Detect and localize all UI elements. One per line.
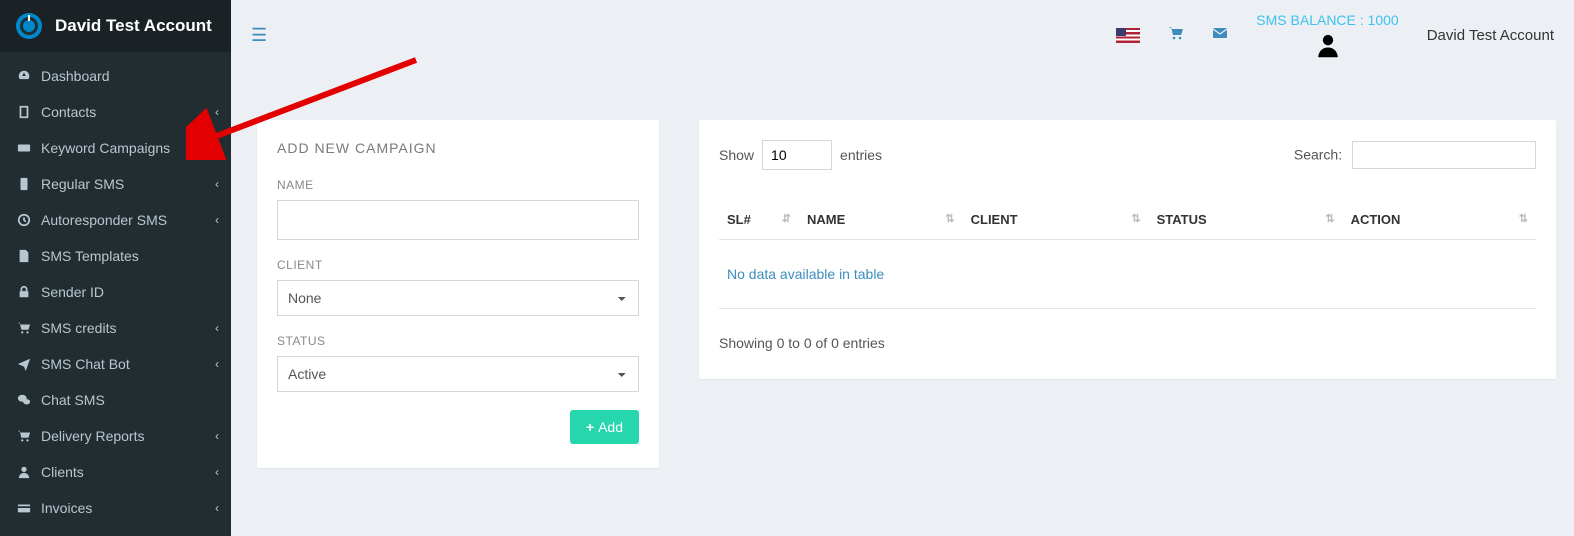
cart-icon [15, 321, 33, 335]
col-client[interactable]: CLIENT⇅ [963, 200, 1149, 240]
show-prefix: Show [719, 147, 754, 163]
sidebar-item-dashboard[interactable]: Dashboard [0, 58, 231, 94]
sort-icon: ⇅ [1131, 212, 1140, 225]
campaigns-table-card: Show entries Search: SL#⇵ NAME⇅ CLIENT⇅ … [699, 120, 1556, 379]
name-label: NAME [277, 178, 639, 192]
sidebar-item-sms-templates[interactable]: SMS Templates [0, 238, 231, 274]
sidebar-item-label: Keyword Campaigns [41, 140, 170, 156]
name-input[interactable] [277, 200, 639, 240]
status-label: STATUS [277, 334, 639, 348]
flag-icon[interactable] [1116, 28, 1140, 43]
sort-icon: ⇅ [1519, 212, 1528, 225]
table-info: Showing 0 to 0 of 0 entries [719, 335, 1536, 351]
form-title: ADD NEW CAMPAIGN [277, 140, 639, 156]
book-icon [15, 105, 33, 119]
entries-count-input[interactable] [762, 140, 832, 170]
sms-balance[interactable]: SMS BALANCE : 1000 [1256, 12, 1398, 28]
sidebar-item-sms-credits[interactable]: SMS credits ‹ [0, 310, 231, 346]
envelope-icon[interactable] [1212, 25, 1228, 46]
chevron-left-icon: ‹ [215, 105, 219, 119]
username-label[interactable]: David Test Account [1427, 27, 1554, 44]
brand: David Test Account [0, 0, 231, 52]
keyboard-icon [15, 141, 33, 155]
show-suffix: entries [840, 147, 882, 163]
comments-icon [15, 393, 33, 407]
add-campaign-form: ADD NEW CAMPAIGN NAME CLIENT None STATUS… [257, 120, 659, 468]
sidebar-item-label: SMS Templates [41, 248, 139, 264]
sidebar-item-label: Delivery Reports [41, 428, 144, 444]
sidebar-item-delivery-reports[interactable]: Delivery Reports ‹ [0, 418, 231, 454]
mobile-icon [15, 177, 33, 191]
client-select[interactable]: None [277, 280, 639, 316]
col-action[interactable]: ACTION⇅ [1343, 200, 1536, 240]
sidebar-item-label: Dashboard [41, 68, 110, 84]
sidebar-item-keyword-campaigns[interactable]: Keyword Campaigns ‹ [0, 130, 231, 166]
col-status[interactable]: STATUS⇅ [1149, 200, 1343, 240]
sidebar-item-label: Contacts [41, 104, 96, 120]
sidebar-item-label: SMS Chat Bot [41, 356, 130, 372]
sidebar-item-regular-sms[interactable]: Regular SMS ‹ [0, 166, 231, 202]
sidebar-item-label: SMS credits [41, 320, 116, 336]
user-icon [15, 465, 33, 479]
plane-icon [15, 357, 33, 371]
sidebar-item-label: Autoresponder SMS [41, 212, 167, 228]
search-input[interactable] [1352, 141, 1536, 169]
sidebar-item-autoresponder-sms[interactable]: Autoresponder SMS ‹ [0, 202, 231, 238]
sidebar-item-label: Clients [41, 464, 84, 480]
chevron-left-icon: ‹ [215, 141, 219, 155]
cart-icon[interactable] [1168, 25, 1184, 46]
chevron-left-icon: ‹ [215, 501, 219, 515]
sidebar-item-label: Sender ID [41, 284, 104, 300]
sort-icon: ⇅ [1325, 212, 1334, 225]
add-button[interactable]: Add [570, 410, 639, 444]
sidebar-item-sender-id[interactable]: Sender ID [0, 274, 231, 310]
sidebar-item-label: Chat SMS [41, 392, 105, 408]
sidebar-item-label: Regular SMS [41, 176, 124, 192]
search-label: Search: [1294, 147, 1342, 163]
brand-name: David Test Account [55, 16, 212, 36]
chevron-left-icon: ‹ [215, 177, 219, 191]
gauge-icon [15, 69, 33, 83]
sidebar-item-label: Invoices [41, 500, 92, 516]
sidebar-item-sms-chat-bot[interactable]: SMS Chat Bot ‹ [0, 346, 231, 382]
sidebar-item-chat-sms[interactable]: Chat SMS [0, 382, 231, 418]
user-avatar-icon[interactable] [1315, 32, 1341, 58]
sidebar-menu: Dashboard Contacts ‹ Keyword Campaigns ‹ R… [0, 52, 231, 532]
cart-icon [15, 429, 33, 443]
chevron-left-icon: ‹ [215, 465, 219, 479]
sort-icon: ⇅ [945, 212, 954, 225]
topbar: ☰ SMS BALANCE : 1000 David Test Account [231, 0, 1574, 70]
logo-icon [15, 12, 43, 40]
col-name[interactable]: NAME⇅ [799, 200, 963, 240]
content: ADD NEW CAMPAIGN NAME CLIENT None STATUS… [231, 70, 1574, 486]
chevron-left-icon: ‹ [215, 213, 219, 227]
card-icon [15, 501, 33, 515]
sidebar-item-contacts[interactable]: Contacts ‹ [0, 94, 231, 130]
client-label: CLIENT [277, 258, 639, 272]
sidebar: David Test Account Dashboard Contacts ‹ K… [0, 0, 231, 536]
chevron-left-icon: ‹ [215, 357, 219, 371]
sort-icon: ⇵ [782, 212, 791, 225]
clock-icon [15, 213, 33, 227]
hamburger-icon[interactable]: ☰ [251, 25, 267, 46]
campaigns-table: SL#⇵ NAME⇅ CLIENT⇅ STATUS⇅ ACTION⇅ No da… [719, 200, 1536, 309]
table-empty-row: No data available in table [719, 240, 1536, 309]
empty-message: No data available in table [719, 240, 1536, 309]
chevron-left-icon: ‹ [215, 429, 219, 443]
sidebar-item-invoices[interactable]: Invoices ‹ [0, 490, 231, 526]
col-sl[interactable]: SL#⇵ [719, 200, 799, 240]
lock-icon [15, 285, 33, 299]
sidebar-item-clients[interactable]: Clients ‹ [0, 454, 231, 490]
chevron-left-icon: ‹ [215, 321, 219, 335]
status-select[interactable]: Active [277, 356, 639, 392]
filecode-icon [15, 249, 33, 263]
